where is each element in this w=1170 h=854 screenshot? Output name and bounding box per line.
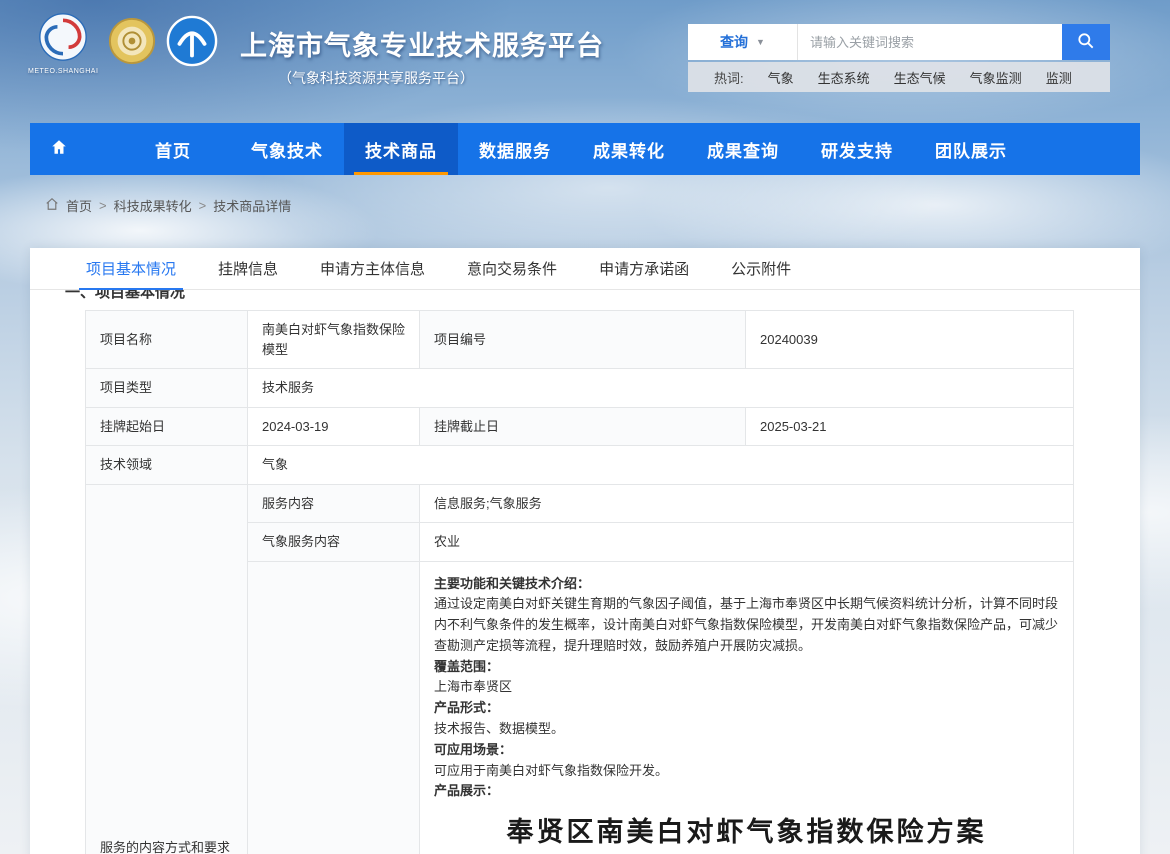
project-no-label: 项目编号 — [420, 311, 746, 369]
breadcrumb: 首页 > 科技成果转化 > 技术商品详情 — [45, 196, 291, 215]
table-row: 项目名称 南美白对虾气象指数保险模型 项目编号 20240039 — [86, 311, 1074, 369]
desc-text-functions: 通过设定南美白对虾关键生育期的气象因子阈值，基于上海市奉贤区中长期气候资料统计分… — [434, 594, 1059, 656]
project-name-value: 南美白对虾气象指数保险模型 — [248, 311, 420, 369]
page: METEO.SHANGHAI — [0, 0, 1170, 854]
nav-item-team[interactable]: 团队展示 — [914, 123, 1028, 175]
hotword-eco-climate[interactable]: 生态气候 — [894, 68, 946, 87]
project-type-label: 项目类型 — [86, 369, 248, 408]
desc-heading-coverage: 覆盖范围： — [434, 657, 1059, 678]
site-title: 上海市气象专业技术服务平台 — [240, 24, 604, 63]
tab-public-attachments[interactable]: 公示附件 — [710, 248, 812, 289]
tech-field-label: 技术领域 — [86, 446, 248, 485]
breadcrumb-separator: > — [99, 198, 107, 213]
home-icon — [50, 138, 68, 161]
section-title: 一、项目基本情况 — [65, 290, 1140, 302]
desc-heading-functions: 主要功能和关键技术介绍： — [434, 574, 1059, 595]
project-info-table: 项目名称 南美白对虾气象指数保险模型 项目编号 20240039 项目类型 技术… — [85, 310, 1074, 854]
tech-field-value: 气象 — [248, 446, 1074, 485]
tab-trade-conditions[interactable]: 意向交易条件 — [446, 248, 578, 289]
nav-item-tech-products[interactable]: 技术商品 — [344, 123, 458, 175]
desc-text-product-form: 技术报告、数据模型。 — [434, 719, 1059, 740]
table-row: 技术领域 气象 — [86, 446, 1074, 485]
table-row: 项目类型 技术服务 — [86, 369, 1074, 408]
search-category-select[interactable]: 查询 ▼ — [688, 24, 798, 60]
desc-heading-use-cases: 可应用场景： — [434, 740, 1059, 761]
nav-item-rd-support[interactable]: 研发支持 — [800, 123, 914, 175]
tab-basic-info[interactable]: 项目基本情况 — [65, 248, 197, 289]
hotwords-label: 热词: — [714, 68, 744, 87]
breadcrumb-current: 技术商品详情 — [213, 196, 291, 215]
table-row: 服务的内容方式和要求 服务内容 信息服务;气象服务 — [86, 484, 1074, 523]
breadcrumb-transform[interactable]: 科技成果转化 — [114, 196, 192, 215]
logo-meteo-shanghai[interactable]: METEO.SHANGHAI — [28, 12, 98, 75]
listing-start-label: 挂牌起始日 — [86, 407, 248, 446]
service-description-cell: 主要功能和关键技术介绍： 通过设定南美白对虾关键生育期的气象因子阈值，基于上海市… — [420, 561, 1074, 854]
hotword-weather-monitor[interactable]: 气象监测 — [970, 68, 1022, 87]
logo-platform-emblem — [166, 15, 218, 72]
search-area: 查询 ▼ 热词: 气象 生态系统 生态气候 气象监测 监测 — [688, 24, 1110, 92]
breadcrumb-separator: > — [199, 198, 207, 213]
detail-card: 项目基本情况 挂牌信息 申请方主体信息 意向交易条件 申请方承诺函 公示附件 一… — [30, 248, 1140, 854]
listing-end-value: 2025-03-21 — [746, 407, 1074, 446]
nav-item-weather-tech[interactable]: 气象技术 — [230, 123, 344, 175]
product-image-title: 奉贤区南美白对虾气象指数保险方案 — [434, 812, 1059, 853]
search-icon — [1076, 31, 1096, 54]
project-type-value: 技术服务 — [248, 369, 1074, 408]
section-title-clipped: 一、项目基本情况 — [65, 290, 1140, 302]
logo-gold-emblem — [108, 17, 156, 70]
desc-text-coverage: 上海市奉贤区 — [434, 677, 1059, 698]
tab-applicant-info[interactable]: 申请方主体信息 — [299, 248, 446, 289]
search-button[interactable] — [1062, 24, 1110, 60]
platform-emblem-icon — [166, 15, 218, 72]
listing-start-value: 2024-03-19 — [248, 407, 420, 446]
hotword-weather[interactable]: 气象 — [768, 68, 794, 87]
hotword-monitor[interactable]: 监测 — [1046, 68, 1072, 87]
detail-tabs: 项目基本情况 挂牌信息 申请方主体信息 意向交易条件 申请方承诺函 公示附件 — [30, 248, 1140, 290]
empty-cell — [248, 561, 420, 854]
project-no-value: 20240039 — [746, 311, 1074, 369]
typhoon-swirl-icon — [38, 12, 88, 67]
desc-heading-product-form: 产品形式： — [434, 698, 1059, 719]
nav-item-achievement-transform[interactable]: 成果转化 — [572, 123, 686, 175]
hotword-ecosystem[interactable]: 生态系统 — [818, 68, 870, 87]
chevron-down-icon: ▼ — [756, 37, 765, 47]
gold-emblem-icon — [108, 17, 156, 70]
breadcrumb-home-icon[interactable] — [45, 197, 59, 214]
weather-service-label: 气象服务内容 — [248, 523, 420, 562]
desc-heading-product-display: 产品展示： — [434, 781, 1059, 802]
nav-item-data-services[interactable]: 数据服务 — [458, 123, 572, 175]
table-row: 挂牌起始日 2024-03-19 挂牌截止日 2025-03-21 — [86, 407, 1074, 446]
breadcrumb-home[interactable]: 首页 — [66, 196, 92, 215]
listing-end-label: 挂牌截止日 — [420, 407, 746, 446]
tab-commitment-letter[interactable]: 申请方承诺函 — [578, 248, 710, 289]
weather-service-value: 农业 — [420, 523, 1074, 562]
service-content-label: 服务内容 — [248, 484, 420, 523]
service-content-value: 信息服务;气象服务 — [420, 484, 1074, 523]
service-group-label: 服务的内容方式和要求 — [86, 484, 248, 854]
search-bar: 查询 ▼ — [688, 24, 1110, 60]
desc-text-use-cases: 可应用于南美白对虾气象指数保险开发。 — [434, 761, 1059, 782]
logo-caption: METEO.SHANGHAI — [28, 68, 98, 75]
nav-item-achievement-search[interactable]: 成果查询 — [686, 123, 800, 175]
search-input[interactable] — [798, 24, 1062, 60]
site-subtitle: （气象科技资源共享服务平台） — [240, 68, 604, 88]
hotwords-bar: 热词: 气象 生态系统 生态气候 气象监测 监测 — [688, 62, 1110, 92]
project-name-label: 项目名称 — [86, 311, 248, 369]
nav-home-button[interactable] — [30, 123, 88, 175]
title-block: 上海市气象专业技术服务平台 （气象科技资源共享服务平台） — [240, 24, 604, 88]
search-category-label: 查询 — [720, 32, 748, 52]
nav-item-home[interactable]: 首页 — [116, 123, 230, 175]
tab-listing-info[interactable]: 挂牌信息 — [197, 248, 299, 289]
main-nav: 首页 气象技术 技术商品 数据服务 成果转化 成果查询 研发支持 团队展示 — [30, 123, 1140, 175]
logo-group: METEO.SHANGHAI — [28, 12, 218, 75]
nav-items: 首页 气象技术 技术商品 数据服务 成果转化 成果查询 研发支持 团队展示 — [116, 123, 1028, 175]
